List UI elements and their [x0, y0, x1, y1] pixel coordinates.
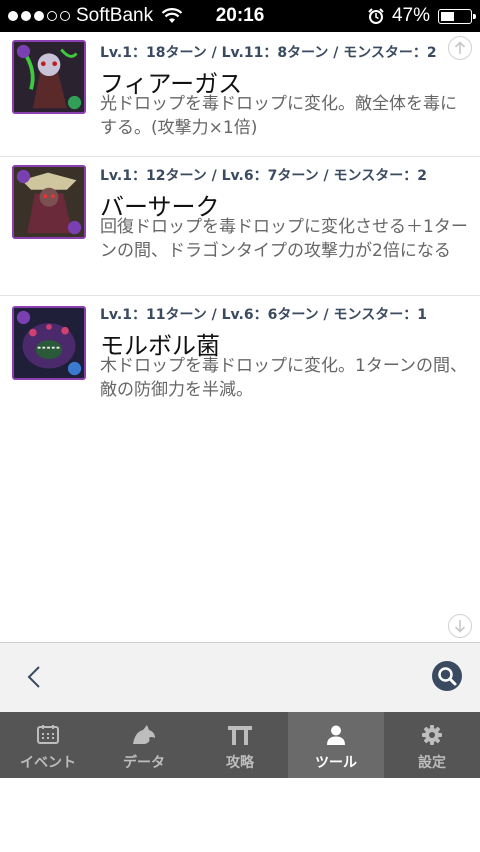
skill-description: 光ドロップを毒ドロップに変化。敵全体を毒にする。(攻撃力×1倍)	[100, 94, 457, 138]
monster-portrait-fear-gas-icon	[12, 40, 86, 114]
tab-bar: イベント データ 攻略 ツール 設定	[0, 712, 480, 778]
arrow-up-icon	[454, 41, 466, 54]
monster-portrait-berserk-icon	[12, 165, 86, 239]
tab-data[interactable]: データ	[96, 712, 192, 778]
skill-description: 回復ドロップを毒ドロップに変化させる＋1ターンの間、ドラゴンタイプの攻撃力が2倍…	[100, 217, 468, 261]
skill-description: 木ドロップを毒ドロップに変化。1ターンの間、敵の防御力を半減。	[100, 356, 467, 400]
list-item[interactable]: Lv.1：12ターン / Lv.6：7ターン / モンスター：2 バーサーク 回…	[0, 157, 480, 296]
list-item[interactable]: Lv.1：18ターン / Lv.11：8ターン / モンスター：2 フィアーガス…	[0, 32, 480, 157]
list-item[interactable]: Lv.1：11ターン / Lv.6：6ターン / モンスター：1 モルボル菌 木…	[0, 296, 480, 402]
gear-icon	[422, 725, 442, 745]
skill-turn-info: Lv.1：11ターン / Lv.6：6ターン / モンスター：1	[100, 307, 427, 323]
tab-label: 攻略	[226, 755, 254, 771]
scroll-bottom-button[interactable]	[448, 614, 472, 638]
chevron-left-icon	[27, 666, 40, 688]
dragon-icon	[133, 725, 155, 744]
search-button[interactable]	[432, 661, 462, 691]
tab-label: 設定	[418, 755, 446, 771]
tab-settings[interactable]: 設定	[384, 712, 480, 778]
tab-label: ツール	[315, 755, 357, 771]
monster-portrait-malboro-icon	[12, 306, 86, 380]
tab-strategy[interactable]: 攻略	[192, 712, 288, 778]
tab-tools[interactable]: ツール	[288, 712, 384, 778]
gate-icon	[228, 726, 252, 745]
alarm-icon	[368, 8, 384, 24]
tab-event[interactable]: イベント	[0, 712, 96, 778]
search-icon	[438, 667, 457, 686]
scroll-top-button[interactable]	[448, 36, 472, 60]
back-button[interactable]	[20, 662, 50, 692]
tab-label: イベント	[20, 755, 76, 771]
person-icon	[327, 725, 345, 745]
arrow-down-icon	[454, 620, 466, 633]
bottom-toolbar	[0, 642, 480, 713]
status-bar: SoftBank 20:16 47%	[0, 0, 480, 32]
skill-turn-info: Lv.1：12ターン / Lv.6：7ターン / モンスター：2	[100, 168, 427, 184]
calendar-icon	[37, 725, 59, 744]
skill-list: Lv.1：18ターン / Lv.11：8ターン / モンスター：2 フィアーガス…	[0, 32, 480, 402]
status-right: 47%	[368, 5, 476, 27]
skill-turn-info: Lv.1：18ターン / Lv.11：8ターン / モンスター：2	[100, 45, 437, 61]
tab-label: データ	[123, 755, 165, 771]
battery-icon	[438, 8, 476, 24]
battery-percentage: 47%	[391, 5, 430, 26]
